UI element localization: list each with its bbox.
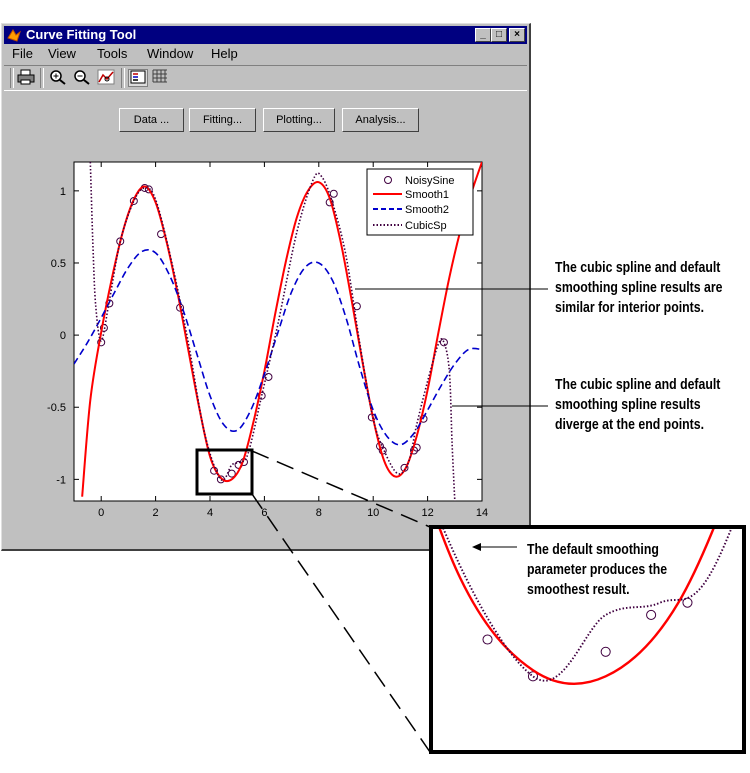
title-bar: Curve Fitting Tool _ □ ×	[4, 26, 527, 44]
data-point-noisysine	[482, 634, 493, 645]
legend-icon[interactable]	[128, 69, 148, 87]
grid-icon[interactable]	[150, 69, 170, 87]
data-point-noisysine	[527, 671, 539, 682]
close-button[interactable]: ×	[509, 28, 525, 42]
plotting-button[interactable]: Plotting...	[263, 108, 335, 132]
zoom-out-icon[interactable]	[72, 69, 92, 87]
zoom-note-line-2: parameter produces the	[527, 561, 668, 578]
menu-tools[interactable]: Tools	[97, 44, 127, 63]
matlab-logo-icon	[7, 29, 21, 42]
maximize-button[interactable]: □	[491, 28, 507, 42]
menu-help[interactable]: Help	[211, 44, 238, 63]
zoom-note-line-1: The default smoothing	[527, 541, 659, 558]
menu-view[interactable]: View	[48, 44, 76, 63]
print-icon[interactable]	[16, 69, 36, 87]
menu-file[interactable]: File	[12, 44, 33, 63]
window-title: Curve Fitting Tool	[26, 27, 137, 42]
toolbar-separator	[121, 68, 125, 88]
endpoint-note-line-1: The cubic spline and default	[555, 376, 721, 393]
toolbar-separator	[10, 68, 14, 88]
zoom-in-icon[interactable]	[48, 69, 68, 87]
data-button[interactable]: Data ...	[119, 108, 184, 132]
toolbar-separator	[40, 68, 44, 88]
data-point-noisysine	[646, 609, 657, 620]
toolbar	[4, 65, 527, 91]
zoom-note-line-3: smoothest result.	[527, 581, 630, 598]
minimize-icon: _	[480, 29, 486, 40]
curve-fitting-window: Curve Fitting Tool _ □ × File View Tools…	[1, 23, 531, 551]
data-point-noisysine	[600, 646, 611, 657]
maximize-icon: □	[495, 29, 503, 40]
interior-note-line-2: smoothing spline results are	[555, 279, 723, 296]
endpoint-note-line-3: diverge at the end points.	[555, 416, 704, 433]
zoom-note: The default smoothing parameter produces…	[527, 540, 667, 600]
close-icon: ×	[514, 29, 520, 40]
interior-note-line-1: The cubic spline and default	[555, 259, 721, 276]
data-cursor-icon[interactable]	[96, 69, 116, 87]
endpoint-note: The cubic spline and default smoothing s…	[555, 375, 720, 435]
interior-note-line-3: similar for interior points.	[555, 299, 704, 316]
menu-window[interactable]: Window	[147, 44, 193, 63]
minimize-button[interactable]: _	[475, 28, 491, 42]
data-point-noisysine	[682, 597, 693, 608]
menu-bar: File View Tools Window Help	[4, 44, 527, 63]
fitting-button[interactable]: Fitting...	[189, 108, 256, 132]
endpoint-note-line-2: smoothing spline results	[555, 396, 701, 413]
interior-note: The cubic spline and default smoothing s…	[555, 258, 722, 318]
analysis-button[interactable]: Analysis...	[342, 108, 419, 132]
